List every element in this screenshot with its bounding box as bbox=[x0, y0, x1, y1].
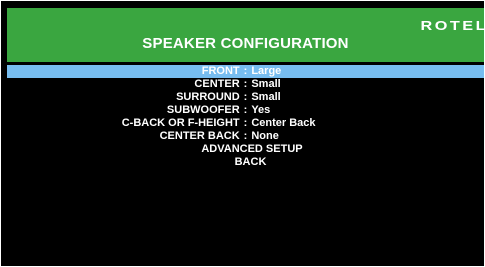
menu-item-value: Yes bbox=[251, 104, 271, 116]
menu-item-center[interactable]: CENTER : Small bbox=[7, 78, 484, 91]
menu-item-value: Small bbox=[251, 91, 281, 103]
menu-item-value: None bbox=[251, 130, 279, 142]
menu-item-separator: : bbox=[243, 117, 248, 129]
menu-item-surround[interactable]: SURROUND : Small bbox=[7, 91, 484, 104]
menu-item-separator: : bbox=[243, 130, 248, 142]
rotel-logo: ROTEL bbox=[420, 18, 484, 33]
page-title: SPEAKER CONFIGURATION bbox=[142, 35, 349, 52]
menu-item-subwoofer[interactable]: SUBWOOFER : Yes bbox=[7, 104, 484, 117]
menu-item-label: BACK bbox=[234, 156, 267, 168]
menu-item-separator: : bbox=[243, 91, 248, 103]
menu-item-label: CENTER BACK bbox=[159, 130, 240, 142]
menu-item-front[interactable]: FRONT : Large bbox=[7, 65, 484, 78]
menu-item-label: ADVANCED SETUP bbox=[201, 143, 303, 155]
menu-item-back[interactable]: BACK bbox=[7, 156, 484, 169]
speaker-config-menu: FRONT : Large CENTER : Small SURROUND : … bbox=[7, 65, 484, 169]
menu-item-c-back-or-f-height[interactable]: C-BACK OR F-HEIGHT : Center Back bbox=[7, 117, 484, 130]
menu-item-value: Small bbox=[251, 78, 281, 90]
menu-item-label: C-BACK OR F-HEIGHT bbox=[121, 117, 240, 129]
menu-item-separator: : bbox=[243, 104, 248, 116]
menu-item-label: SURROUND bbox=[176, 91, 240, 103]
menu-item-center-back[interactable]: CENTER BACK : None bbox=[7, 130, 484, 143]
menu-item-label: FRONT bbox=[201, 65, 240, 77]
header-bar: ROTEL SPEAKER CONFIGURATION bbox=[7, 8, 484, 62]
osd-screen: ROTEL SPEAKER CONFIGURATION FRONT : Larg… bbox=[1, 1, 484, 266]
menu-item-separator: : bbox=[243, 65, 248, 77]
menu-item-separator: : bbox=[243, 78, 248, 90]
menu-item-value: Large bbox=[251, 65, 282, 77]
menu-item-value: Center Back bbox=[251, 117, 316, 129]
menu-item-label: SUBWOOFER bbox=[166, 104, 240, 116]
menu-item-advanced-setup[interactable]: ADVANCED SETUP bbox=[7, 143, 484, 156]
menu-item-label: CENTER bbox=[194, 78, 240, 90]
